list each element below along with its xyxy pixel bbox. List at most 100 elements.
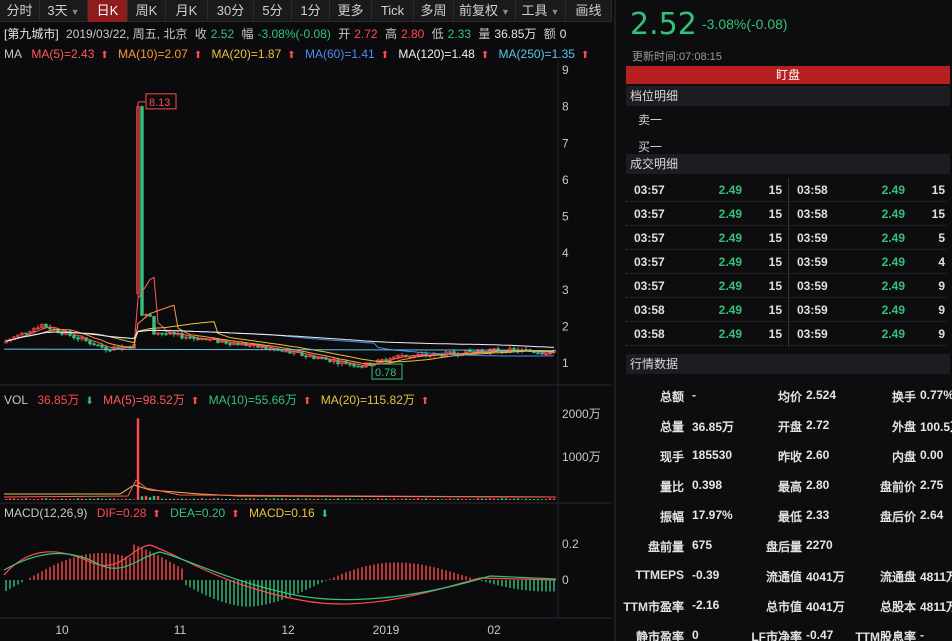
volume-bar [12,498,16,500]
watch-button[interactable]: 盯盘 [626,66,950,84]
trade-row: 03:58 2.49 15 [789,202,948,226]
volume-bar [416,498,420,500]
volume-bar [24,498,28,500]
volume-bar [436,498,440,500]
volume-bar [168,498,172,500]
trade-row: 03:57 2.49 15 [626,274,786,298]
volume-bar [312,499,316,500]
trade-time: 03:57 [634,278,665,293]
max-callout-text: 8.13 [149,97,170,109]
volume-bar [428,499,432,500]
market-value: 185530 [692,448,733,462]
volume-bar [216,498,220,500]
volume-bar [304,498,308,500]
volume-bar [288,498,292,500]
min-callout-text: 0.78 [375,367,396,379]
trade-volume: 15 [768,254,782,269]
trade-row: 03:59 2.49 9 [789,322,948,346]
market-label: 总市值 [765,600,802,614]
volume-bar [520,499,524,500]
trade-row: 03:58 2.49 15 [626,298,786,322]
volume-bar [472,499,476,500]
trade-row: 03:57 2.49 15 [626,250,786,274]
market-label: 静市盈率 [635,630,684,641]
macd-tick: 0.2 [562,537,579,551]
trade-row: 03:58 2.49 15 [626,322,786,346]
candle-body [24,332,28,335]
price-tick: 5 [562,210,569,224]
market-label: 盘后价 [879,510,916,524]
volume-bar [176,498,180,500]
volume-bar [420,499,424,500]
volume-bar [20,498,24,500]
volume-bar [84,498,88,500]
candle-body [76,337,80,340]
trade-row: 03:59 2.49 9 [789,274,948,298]
price-tick: 4 [562,246,569,260]
volume-bar [28,499,32,500]
candle-body [348,363,352,366]
volume-bar [540,499,544,500]
market-label: 开盘 [777,420,802,434]
up-arrow-icon: ⬆ [190,396,200,407]
candle-body [188,336,192,339]
volume-bar [208,499,212,500]
market-label: 盘前量 [647,540,684,554]
volume-bar [552,498,556,500]
volume-bar [188,499,192,500]
volume-bar [172,498,176,500]
candle-body [88,340,92,345]
quote-panel: 2.52 -3.08%(-0.08) 更新时间:07:08:15 盯盘 档位明细… [614,0,952,641]
volume-bar [40,498,44,500]
market-label: 最低 [777,510,802,524]
market-value: -2.16 [692,598,720,612]
volume-bar [400,498,404,500]
volume-tick: 1000万 [562,450,601,464]
volume-bar [140,496,144,500]
volume-bar [460,499,464,500]
trade-volume: 15 [768,326,782,341]
volume-bar [204,499,208,500]
price-tick: 8 [562,100,569,114]
market-label: 流通盘 [879,570,916,584]
volume-bar [100,498,104,500]
market-data-header[interactable]: 行情数据 [626,354,950,374]
market-value: 0.398 [692,478,723,492]
trade-price: 2.49 [718,206,742,221]
candle-body [108,349,112,352]
vol-ma10: MA(10)=55.66万 [208,393,297,407]
volume-bar [212,498,216,500]
trade-price: 2.49 [881,326,905,341]
kline-chart[interactable]: 9 8 7 6 5 4 3 2 1 2000万 1000万 0.2 0 10 11 12 2019 02 8.13 0… [0,0,612,641]
volume-bar [132,499,136,500]
volume-bar [376,498,380,500]
volume-bar [224,498,228,500]
volume-bar [76,498,80,500]
trade-price: 2.49 [881,230,905,245]
orderbook-header[interactable]: 档位明细 [626,86,950,106]
market-label: 内盘 [891,450,916,464]
volume-bar [88,498,92,500]
candle-body [360,365,364,368]
market-label: 总量 [659,420,684,434]
macd-title: MACD(12,26,9) [4,506,88,520]
market-label: 盘后量 [765,540,802,554]
market-value: 100.5万 [920,420,952,434]
market-value: - [692,388,696,402]
volume-bar [92,498,96,500]
market-label: TTM市盈率 [623,600,684,614]
volume-bar [64,498,68,500]
trade-volume: 15 [768,230,782,245]
macd-dif-line [3,544,557,605]
trade-volume: 9 [938,302,945,317]
market-value: 17.97% [692,508,733,522]
volume-bar [248,498,252,500]
trades-header[interactable]: 成交明细 [626,154,950,174]
price-change: -3.08%(-0.08) [702,16,788,32]
volume-bar [16,499,20,500]
volume-bar [368,499,372,500]
volume-bar [124,498,128,500]
market-value: 2.60 [806,448,830,462]
candle-body [280,349,284,352]
volume-bar [264,498,268,500]
